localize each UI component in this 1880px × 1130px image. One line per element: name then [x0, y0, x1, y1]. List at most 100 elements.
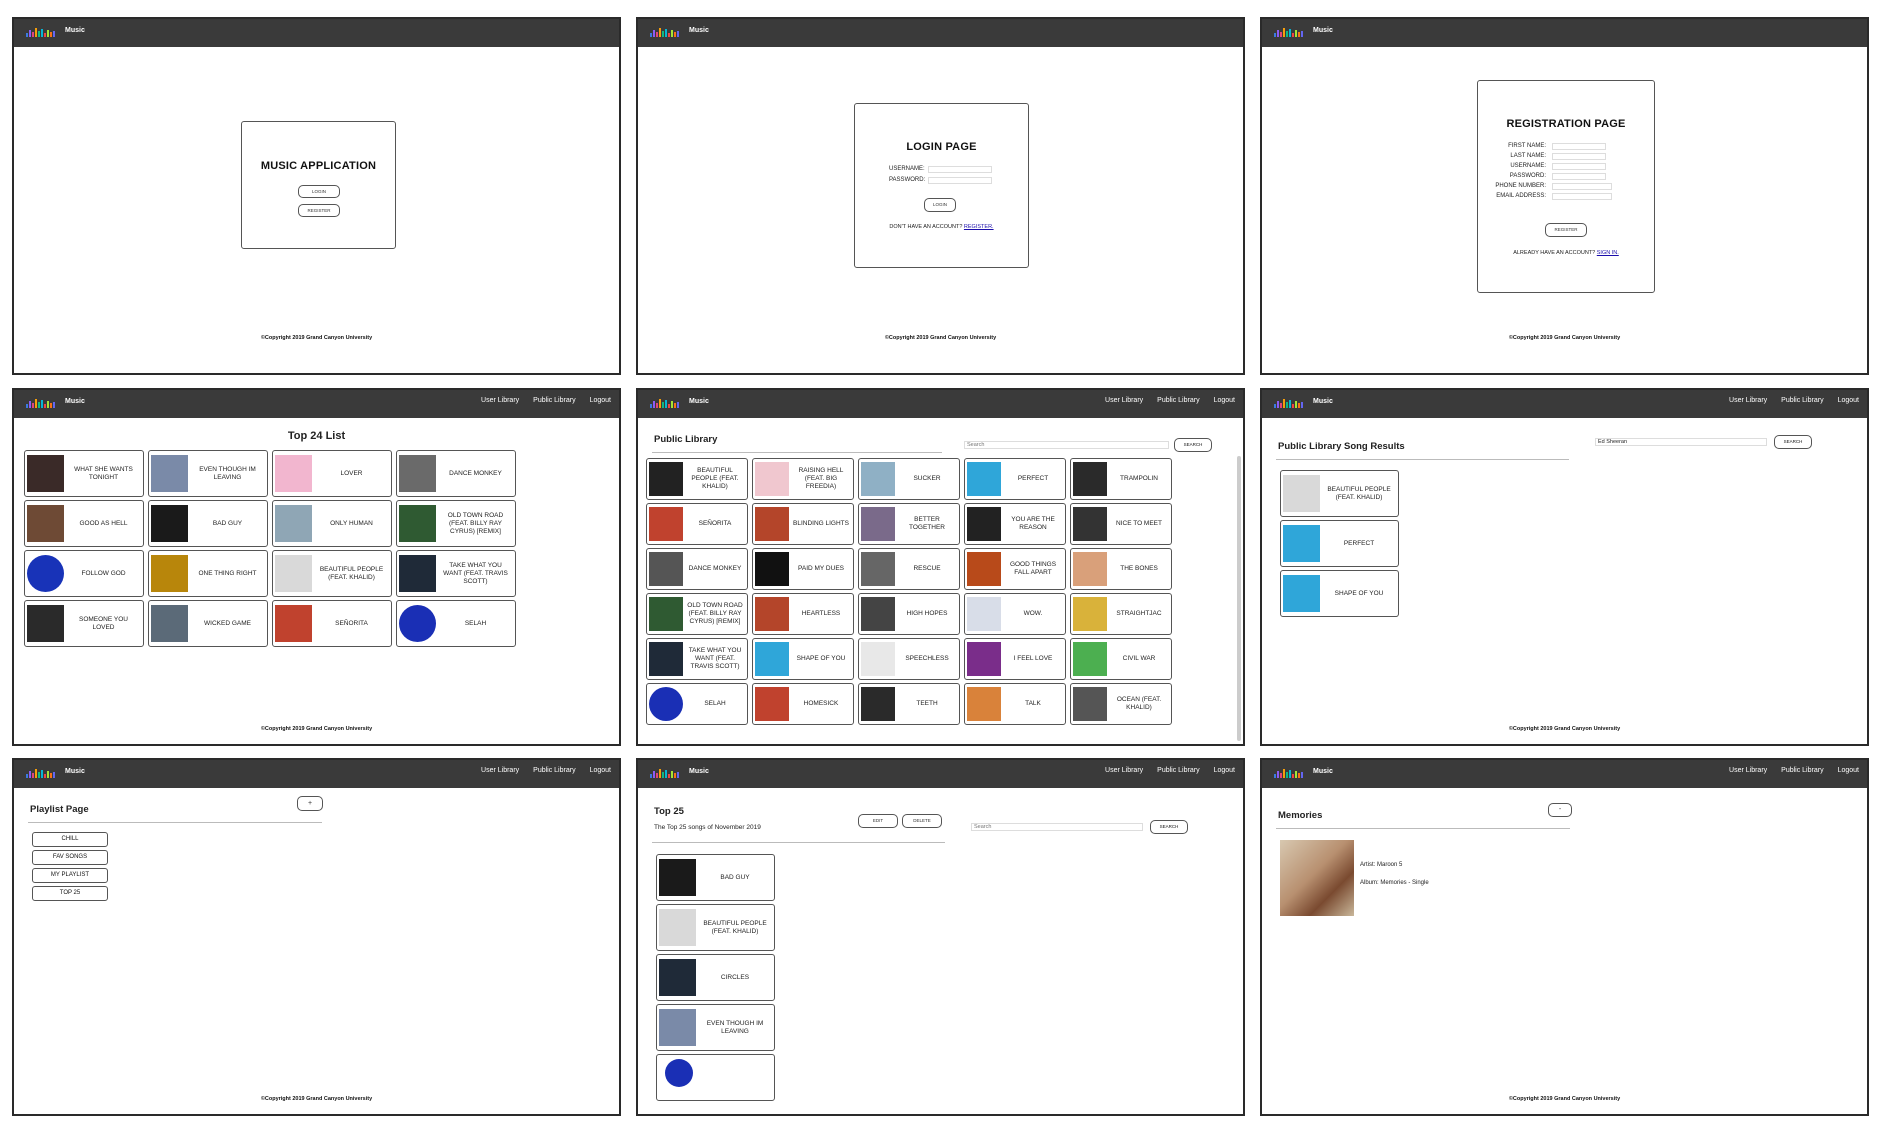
song-card[interactable]: YOU ARE THE REASON [964, 503, 1066, 545]
song-card[interactable]: BEAUTIFUL PEOPLE (FEAT. KHALID) [656, 904, 775, 951]
song-card[interactable]: FOLLOW GOD [24, 550, 144, 597]
song-card[interactable]: BEAUTIFUL PEOPLE (FEAT. KHALID) [646, 458, 748, 500]
nav-logout[interactable]: Logout [1838, 767, 1859, 774]
register-link[interactable]: REGISTER. [964, 224, 994, 230]
song-card[interactable]: BAD GUY [148, 500, 268, 547]
song-card[interactable]: SHAPE OF YOU [1280, 570, 1399, 617]
edit-button[interactable]: EDIT [858, 814, 898, 828]
song-card[interactable]: STRAIGHTJAC [1070, 593, 1172, 635]
brand-name[interactable]: Music [1313, 27, 1333, 34]
song-card[interactable]: HIGH HOPES [858, 593, 960, 635]
song-card[interactable]: TAKE WHAT YOU WANT (FEAT. TRAVIS SCOTT) [396, 550, 516, 597]
nav-user-library[interactable]: User Library [481, 397, 519, 404]
song-card[interactable]: SPEECHLESS [858, 638, 960, 680]
nav-user-library[interactable]: User Library [1105, 397, 1143, 404]
nav-public-library[interactable]: Public Library [533, 767, 575, 774]
song-card[interactable]: SOMEONE YOU LOVED [24, 600, 144, 647]
song-card[interactable]: TEETH [858, 683, 960, 725]
search-input[interactable] [971, 823, 1143, 831]
nav-user-library[interactable]: User Library [1105, 767, 1143, 774]
nav-public-library[interactable]: Public Library [1781, 767, 1823, 774]
nav-logout[interactable]: Logout [590, 767, 611, 774]
song-card[interactable]: GOOD THINGS FALL APART [964, 548, 1066, 590]
song-card[interactable]: I FEEL LOVE [964, 638, 1066, 680]
password-field[interactable] [928, 177, 992, 184]
song-card[interactable]: THE BONES [1070, 548, 1172, 590]
playlist-item[interactable]: FAV SONGS [32, 850, 108, 865]
registration-field-input[interactable] [1552, 193, 1612, 200]
registration-field-input[interactable] [1552, 173, 1606, 180]
search-button[interactable]: SEARCH [1150, 820, 1188, 834]
login-button[interactable]: LOGIN [298, 185, 340, 198]
song-card[interactable]: RESCUE [858, 548, 960, 590]
song-card[interactable]: RAISING HELL (FEAT. BIG FREEDIA) [752, 458, 854, 500]
signin-link[interactable]: SIGN IN. [1597, 250, 1619, 256]
song-card[interactable]: OCEAN (FEAT. KHALID) [1070, 683, 1172, 725]
brand-name[interactable]: Music [689, 398, 709, 405]
song-card[interactable]: BETTER TOGETHER [858, 503, 960, 545]
search-input[interactable] [964, 441, 1169, 449]
search-button[interactable]: SEARCH [1774, 435, 1812, 449]
brand-name[interactable]: Music [689, 27, 709, 34]
song-card[interactable]: WHAT SHE WANTS TONIGHT [24, 450, 144, 497]
song-card[interactable]: SELAH [396, 600, 516, 647]
song-card[interactable]: DANCE MONKEY [646, 548, 748, 590]
song-card[interactable]: CIRCLES [656, 954, 775, 1001]
nav-public-library[interactable]: Public Library [1781, 397, 1823, 404]
registration-field-input[interactable] [1552, 163, 1606, 170]
song-card[interactable]: TAKE WHAT YOU WANT (FEAT. TRAVIS SCOTT) [646, 638, 748, 680]
song-card[interactable]: ONE THING RIGHT [148, 550, 268, 597]
song-card[interactable]: ONLY HUMAN [272, 500, 392, 547]
song-card[interactable]: BEAUTIFUL PEOPLE (FEAT. KHALID) [1280, 470, 1399, 517]
playlist-item[interactable]: MY PLAYLIST [32, 868, 108, 883]
song-card[interactable]: SEÑORITA [646, 503, 748, 545]
search-button[interactable]: SEARCH [1174, 438, 1212, 452]
nav-user-library[interactable]: User Library [1729, 767, 1767, 774]
song-card[interactable]: TRAMPOLIN [1070, 458, 1172, 500]
song-card[interactable]: GOOD AS HELL [24, 500, 144, 547]
brand-name[interactable]: Music [65, 27, 85, 34]
scrollbar[interactable] [1237, 456, 1241, 741]
song-card[interactable]: CIVIL WAR [1070, 638, 1172, 680]
song-card[interactable]: SEÑORITA [272, 600, 392, 647]
delete-button[interactable]: DELETE [902, 814, 942, 828]
playlist-item[interactable]: CHILL [32, 832, 108, 847]
nav-logout[interactable]: Logout [590, 397, 611, 404]
song-card[interactable]: BEAUTIFUL PEOPLE (FEAT. KHALID) [272, 550, 392, 597]
song-card[interactable]: TALK [964, 683, 1066, 725]
song-card[interactable]: PAID MY DUES [752, 548, 854, 590]
nav-user-library[interactable]: User Library [1729, 397, 1767, 404]
song-card[interactable]: LOVER [272, 450, 392, 497]
song-card[interactable]: NICE TO MEET [1070, 503, 1172, 545]
song-card[interactable]: BLINDING LIGHTS [752, 503, 854, 545]
song-card[interactable]: EVEN THOUGH IM LEAVING [656, 1004, 775, 1051]
song-card[interactable]: WOW. [964, 593, 1066, 635]
song-card[interactable]: SUCKER [858, 458, 960, 500]
brand-name[interactable]: Music [689, 768, 709, 775]
song-card[interactable]: PERFECT [1280, 520, 1399, 567]
song-card[interactable]: PERFECT [964, 458, 1066, 500]
song-card[interactable]: OLD TOWN ROAD (FEAT. BILLY RAY CYRUS) [R… [396, 500, 516, 547]
song-card[interactable]: SHAPE OF YOU [752, 638, 854, 680]
nav-public-library[interactable]: Public Library [1157, 767, 1199, 774]
playlist-item[interactable]: TOP 25 [32, 886, 108, 901]
song-card[interactable]: SELAH [646, 683, 748, 725]
nav-public-library[interactable]: Public Library [1157, 397, 1199, 404]
nav-logout[interactable]: Logout [1838, 397, 1859, 404]
song-card[interactable]: HOMESICK [752, 683, 854, 725]
nav-public-library[interactable]: Public Library [533, 397, 575, 404]
brand-name[interactable]: Music [1313, 398, 1333, 405]
brand-name[interactable]: Music [65, 768, 85, 775]
nav-user-library[interactable]: User Library [481, 767, 519, 774]
song-card[interactable]: WICKED GAME [148, 600, 268, 647]
nav-logout[interactable]: Logout [1214, 397, 1235, 404]
nav-logout[interactable]: Logout [1214, 767, 1235, 774]
search-input[interactable]: Ed Sheeran [1595, 438, 1767, 446]
registration-field-input[interactable] [1552, 153, 1606, 160]
username-field[interactable] [928, 166, 992, 173]
song-card[interactable]: BAD GUY [656, 854, 775, 901]
song-card[interactable]: OLD TOWN ROAD (FEAT. BILLY RAY CYRUS) [R… [646, 593, 748, 635]
login-submit-button[interactable]: LOGIN [924, 198, 956, 212]
song-card[interactable]: DANCE MONKEY [396, 450, 516, 497]
registration-field-input[interactable] [1552, 143, 1606, 150]
